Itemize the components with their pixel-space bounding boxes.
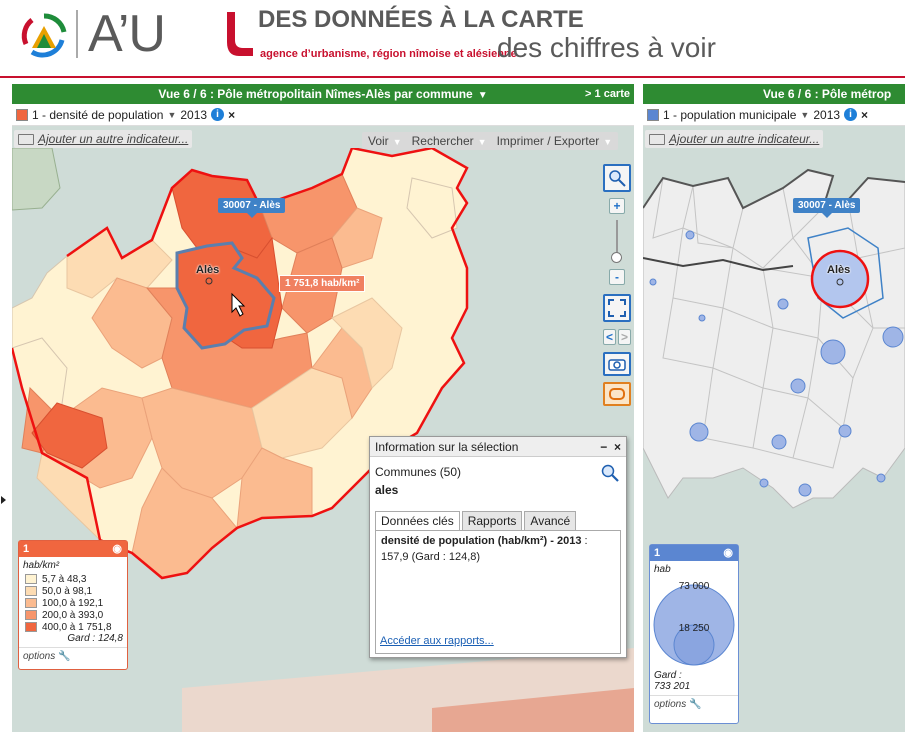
brand-title: DES DONNÉES À LA CARTE: [258, 6, 584, 33]
legend-class: 100,0 à 192,1: [19, 597, 127, 609]
fullscreen-icon: [608, 299, 626, 317]
next-view-button[interactable]: >: [618, 329, 631, 345]
tab-donnees-cles[interactable]: Données clés: [375, 511, 460, 530]
remove-indicator-icon[interactable]: ×: [861, 108, 868, 122]
map-legend: 1 ◉ hab/km² 5,7 à 48,3 50,0 à 98,1 100,0 …: [18, 540, 128, 670]
indicator-row-right: 1 - population municipale ▼ 2013 i ×: [643, 104, 905, 126]
tab-rapports[interactable]: Rapports: [461, 511, 523, 530]
popup-title: Information sur la sélection: [375, 440, 519, 454]
indicator-swatch-right: [647, 108, 659, 121]
layers-button[interactable]: [603, 382, 631, 406]
zoom-out-button[interactable]: -: [609, 269, 625, 285]
minimize-button[interactable]: −: [600, 440, 607, 454]
key-indicator-label: densité de population (hab/km²) - 2013 :: [381, 535, 588, 547]
au-logo-icon: [21, 13, 67, 58]
screenshot-button[interactable]: [603, 352, 631, 376]
view-dropdown-icon[interactable]: ▼: [478, 90, 488, 101]
indicator-year-right[interactable]: 2013: [813, 108, 840, 122]
indicator-label[interactable]: 1 - densité de population: [32, 108, 163, 122]
legend-class: 50,0 à 98,1: [19, 585, 127, 597]
view-titlebar-right: Vue 6 / 6 : Pôle métrop: [643, 84, 905, 104]
layers-icon: [609, 388, 625, 400]
view-titlebar: Vue 6 / 6 : Pôle métropolitain Nîmes-Alè…: [12, 84, 634, 104]
legend-unit: hab/km²: [23, 560, 60, 571]
zoom-slider-handle[interactable]: [611, 252, 622, 263]
legend-options-link-right[interactable]: options 🔧: [650, 695, 738, 713]
tab-avance[interactable]: Avancé: [524, 511, 577, 530]
legend-big-value: 73 000: [678, 581, 710, 592]
fullscreen-button[interactable]: [603, 294, 631, 322]
selected-commune: ales: [375, 483, 399, 497]
popup-header: Information sur la sélection − ×: [370, 437, 626, 457]
indicator-swatch: [16, 108, 28, 121]
reports-link[interactable]: Accéder aux rapports...: [380, 635, 494, 647]
info-icon[interactable]: i: [844, 108, 858, 121]
legend-reference: Gard : 124,8: [67, 633, 123, 644]
commune-code-callout: 30007 - Alès: [218, 198, 286, 218]
indicator-label-right[interactable]: 1 - population municipale: [663, 108, 796, 122]
tab-content: densité de population (hab/km²) - 2013 :…: [375, 530, 621, 654]
eye-icon[interactable]: ◉: [723, 545, 733, 561]
legend-reference-value: 733 201: [654, 681, 691, 692]
remove-indicator-icon[interactable]: ×: [228, 108, 235, 122]
key-indicator-value: 157,9 (Gard : 124,8): [381, 551, 481, 563]
popup-tabs: Données clés Rapports Avancé: [375, 511, 577, 530]
app-header: A’U DES DONNÉES À LA CARTE agence d’urba…: [0, 0, 905, 78]
zoom-box-button[interactable]: [603, 164, 631, 192]
legend-header-right: 1 ◉: [650, 545, 738, 561]
wrench-icon: 🔧: [689, 699, 702, 710]
brand-tagline: des chiffres à voir: [497, 32, 716, 63]
brand-mark-icon: [227, 12, 253, 56]
eye-icon[interactable]: ◉: [112, 541, 122, 557]
right-map-panel: Vue 6 / 6 : Pôle métrop 1 - population m…: [643, 84, 905, 732]
toolbar-rechercher[interactable]: Rechercher ▼: [412, 134, 487, 148]
toolbar-voir[interactable]: Voir ▼: [368, 134, 402, 148]
search-icon[interactable]: [600, 463, 620, 483]
place-label-ales: Alès: [196, 264, 220, 276]
add-indicator-label[interactable]: Ajouter un autre indicateur...: [669, 132, 819, 146]
legend-small-value: 18 250: [678, 623, 710, 634]
map-legend-right: 1 ◉ hab 73 000 18 250 Gard : 733 201 opti…: [649, 544, 739, 724]
close-button[interactable]: ×: [614, 440, 621, 454]
place-label-ales-right: Alès: [827, 264, 851, 276]
folder-icon: [649, 133, 665, 145]
view-title[interactable]: Vue 6 / 6 : Pôle métropolitain Nîmes-Alè…: [158, 87, 472, 101]
zoom-box-icon: [609, 170, 626, 187]
more-maps-link[interactable]: > 1 carte: [585, 84, 630, 104]
brand-agency: agence d’urbanisme, région nîmoise et al…: [260, 48, 517, 60]
commune-code-callout-right: 30007 - Alès: [793, 198, 861, 218]
legend-reference-label: Gard :: [654, 670, 682, 681]
legend-class: 200,0 à 393,0: [19, 609, 127, 621]
collapse-arrow-icon[interactable]: [1, 496, 6, 504]
year-dropdown-icon[interactable]: ▼: [167, 110, 176, 120]
folder-icon: [18, 133, 34, 145]
legend-class: 400,0 à 1 751,8: [19, 621, 127, 633]
logo-text: A’U: [88, 5, 166, 63]
toolbar-imprimer-exporter[interactable]: Imprimer / Exporter ▼: [497, 134, 613, 148]
info-icon[interactable]: i: [211, 108, 225, 121]
legend-header: 1 ◉: [19, 541, 127, 557]
communes-count: Communes (50): [375, 465, 462, 479]
indicator-year[interactable]: 2013: [180, 108, 207, 122]
year-dropdown-icon[interactable]: ▼: [800, 110, 809, 120]
prev-view-button[interactable]: <: [603, 329, 616, 345]
value-tooltip: 1 751,8 hab/km²: [279, 275, 366, 292]
add-indicator-link[interactable]: Ajouter un autre indicateur...: [14, 130, 193, 148]
add-indicator-link-right[interactable]: Ajouter un autre indicateur...: [645, 130, 824, 148]
legend-options-link[interactable]: options 🔧: [19, 647, 127, 665]
indicator-row: 1 - densité de population ▼ 2013 i ×: [12, 104, 634, 126]
legend-unit-right: hab: [654, 564, 671, 575]
view-title-right[interactable]: Vue 6 / 6 : Pôle métrop: [763, 87, 891, 101]
selection-info-popup: Information sur la sélection − × Commune…: [369, 436, 627, 658]
add-indicator-label[interactable]: Ajouter un autre indicateur...: [38, 132, 188, 146]
wrench-icon: 🔧: [58, 651, 71, 662]
camera-icon: [608, 359, 626, 371]
legend-class: 5,7 à 48,3: [19, 573, 127, 585]
logo-separator: [76, 10, 78, 58]
zoom-in-button[interactable]: +: [609, 198, 625, 214]
